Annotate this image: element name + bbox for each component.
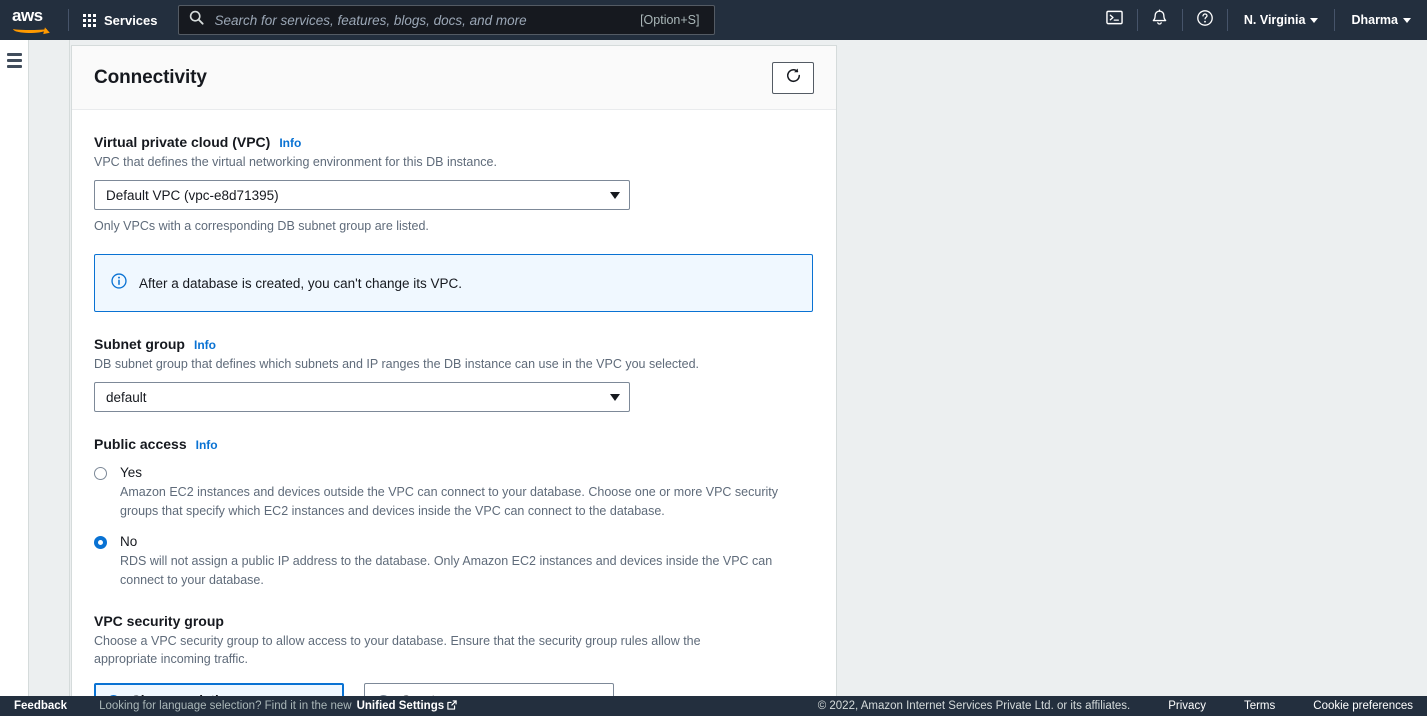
chevron-down-icon bbox=[1403, 17, 1411, 23]
subnet-group-info-link[interactable]: Info bbox=[194, 338, 216, 352]
subnet-group-field: Subnet group Info DB subnet group that d… bbox=[94, 336, 814, 413]
terms-link[interactable]: Terms bbox=[1244, 700, 1275, 712]
tile-create-new[interactable]: Create new Create new VPC security group bbox=[364, 682, 614, 696]
radio-label-yes: Yes bbox=[120, 465, 143, 481]
account-label: Dharma bbox=[1351, 13, 1398, 27]
page-body: Connectivity Virtual private cloud (VPC) bbox=[0, 40, 1427, 696]
vpc-info-link[interactable]: Info bbox=[279, 136, 301, 150]
sidebar-collapsed-panel[interactable] bbox=[28, 40, 70, 696]
radio-label-no: No bbox=[120, 533, 138, 549]
search-box[interactable]: [Option+S] bbox=[177, 5, 715, 35]
public-access-option-no[interactable]: No RDS will not assign a public IP addre… bbox=[94, 534, 814, 590]
feedback-link[interactable]: Feedback bbox=[0, 700, 67, 712]
vpc-security-group-tiles: Choose existing Choose existing VPC secu… bbox=[94, 682, 814, 696]
bell-icon bbox=[1151, 9, 1168, 32]
aws-logo-smile bbox=[13, 24, 47, 33]
hamburger-menu-icon[interactable] bbox=[7, 53, 22, 71]
services-label: Services bbox=[104, 12, 158, 28]
help-button[interactable] bbox=[1183, 0, 1227, 40]
public-access-info-link[interactable]: Info bbox=[196, 438, 218, 452]
radio-control bbox=[94, 465, 120, 521]
privacy-link[interactable]: Privacy bbox=[1168, 700, 1206, 712]
panel-header: Connectivity bbox=[72, 46, 836, 110]
radio-body: No RDS will not assign a public IP addre… bbox=[120, 534, 814, 590]
public-access-label: Public access bbox=[94, 436, 187, 453]
footer-left-group: Feedback Looking for language selection?… bbox=[0, 699, 458, 713]
content-area: Connectivity Virtual private cloud (VPC) bbox=[70, 40, 1427, 696]
sidebar-rail bbox=[0, 40, 28, 696]
cookie-preferences-link[interactable]: Cookie preferences bbox=[1313, 700, 1413, 712]
aws-logo[interactable]: aws bbox=[12, 6, 56, 33]
footer-bar: Feedback Looking for language selection?… bbox=[0, 696, 1427, 716]
public-access-option-yes[interactable]: Yes Amazon EC2 instances and devices out… bbox=[94, 465, 814, 521]
cloudshell-icon bbox=[1106, 9, 1124, 31]
notifications-button[interactable] bbox=[1138, 0, 1182, 40]
vpc-label-row: Virtual private cloud (VPC) Info bbox=[94, 134, 814, 150]
tile-choose-existing[interactable]: Choose existing Choose existing VPC secu… bbox=[94, 682, 344, 696]
subnet-group-description: DB subnet group that defines which subne… bbox=[94, 357, 700, 372]
services-menu-button[interactable]: Services bbox=[69, 0, 172, 40]
vpc-field: Virtual private cloud (VPC) Info VPC tha… bbox=[94, 134, 814, 233]
footer-right-group: © 2022, Amazon Internet Services Private… bbox=[818, 700, 1427, 712]
vpc-select-value: Default VPC (vpc-e8d71395) bbox=[106, 187, 279, 203]
refresh-button[interactable] bbox=[772, 61, 814, 94]
account-menu[interactable]: Dharma bbox=[1335, 0, 1427, 40]
vpc-security-group-field: VPC security group Choose a VPC security… bbox=[94, 613, 814, 696]
radio-button-yes[interactable] bbox=[94, 467, 107, 481]
public-access-field: Public access Info Yes Amazon EC2 instan… bbox=[94, 436, 814, 589]
subnet-group-select[interactable]: default bbox=[94, 382, 630, 413]
connectivity-panel: Connectivity Virtual private cloud (VPC) bbox=[71, 45, 837, 696]
help-circle-icon bbox=[1196, 9, 1214, 32]
search-shortcut-hint: [Option+S] bbox=[640, 13, 700, 27]
vpc-alert-text: After a database is created, you can't c… bbox=[139, 275, 463, 291]
vpc-info-alert: After a database is created, you can't c… bbox=[94, 254, 813, 313]
region-label: N. Virginia bbox=[1243, 13, 1306, 27]
unified-settings-label: Unified Settings bbox=[356, 700, 445, 712]
info-circle-icon bbox=[111, 273, 127, 294]
region-selector[interactable]: N. Virginia bbox=[1228, 0, 1335, 40]
search-icon bbox=[189, 10, 204, 30]
radio-control bbox=[94, 534, 120, 590]
external-link-icon bbox=[447, 699, 457, 713]
chevron-down-icon bbox=[610, 191, 620, 199]
unified-settings-link[interactable]: Unified Settings bbox=[356, 699, 458, 713]
subnet-group-label-row: Subnet group Info bbox=[94, 336, 814, 352]
global-search[interactable]: [Option+S] bbox=[177, 5, 715, 35]
public-access-label-row: Public access Info bbox=[94, 436, 814, 452]
refresh-icon bbox=[785, 67, 802, 89]
radio-description-no: RDS will not assign a public IP address … bbox=[120, 553, 773, 587]
grid-icon bbox=[83, 13, 96, 27]
vpc-helper-text: Only VPCs with a corresponding DB subnet… bbox=[94, 219, 429, 234]
vpc-description: VPC that defines the virtual networking … bbox=[94, 155, 497, 169]
language-hint-text: Looking for language selection? Find it … bbox=[99, 700, 352, 712]
page-title: Connectivity bbox=[94, 66, 207, 88]
vpc-security-group-label: VPC security group bbox=[94, 613, 224, 630]
radio-button-no[interactable] bbox=[94, 535, 107, 549]
subnet-group-label: Subnet group bbox=[94, 336, 185, 353]
vpc-label: Virtual private cloud (VPC) bbox=[94, 134, 271, 150]
cloudshell-button[interactable] bbox=[1093, 0, 1137, 40]
radio-description-yes: Amazon EC2 instances and devices outside… bbox=[120, 485, 779, 518]
nav-right-group: N. Virginia Dharma bbox=[1093, 0, 1427, 40]
vpc-select[interactable]: Default VPC (vpc-e8d71395) bbox=[94, 180, 630, 211]
radio-body: Yes Amazon EC2 instances and devices out… bbox=[120, 465, 814, 521]
chevron-down-icon bbox=[1310, 17, 1319, 23]
copyright-text: © 2022, Amazon Internet Services Private… bbox=[817, 700, 1131, 712]
search-input[interactable] bbox=[212, 11, 641, 29]
panel-body: Virtual private cloud (VPC) Info VPC tha… bbox=[72, 110, 836, 696]
subnet-group-select-value: default bbox=[106, 389, 147, 405]
aws-logo-text: aws bbox=[12, 6, 43, 25]
vpc-security-group-description: Choose a VPC security group to allow acc… bbox=[94, 634, 701, 667]
chevron-down-icon bbox=[610, 393, 620, 401]
top-navigation-bar: aws Services [Option+S] bbox=[0, 0, 1427, 40]
vpc-security-group-label-row: VPC security group bbox=[94, 613, 814, 629]
